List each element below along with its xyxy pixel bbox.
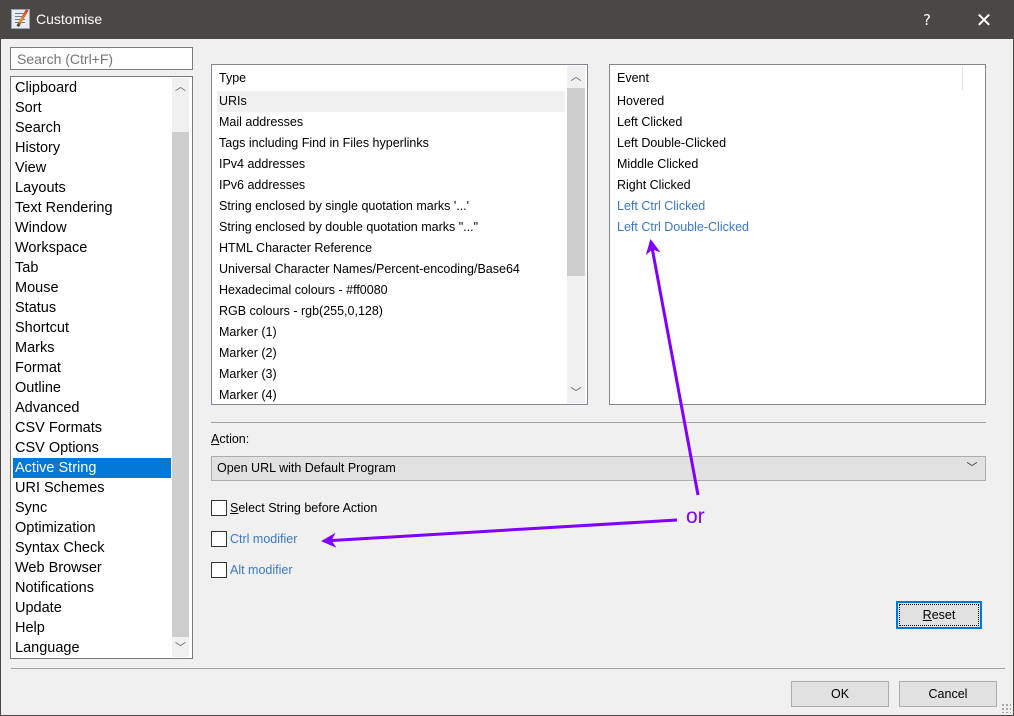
footer-divider bbox=[11, 668, 1005, 669]
sidebar-item-search[interactable]: Search bbox=[13, 118, 171, 138]
sidebar-item-language[interactable]: Language bbox=[13, 638, 171, 658]
chevron-up-icon[interactable]: ︿ bbox=[567, 68, 585, 85]
sidebar-item-history[interactable]: History bbox=[13, 138, 171, 158]
cancel-button[interactable]: Cancel bbox=[899, 681, 997, 707]
window-title: Customise bbox=[36, 11, 103, 27]
sidebar-item-update[interactable]: Update bbox=[13, 598, 171, 618]
title-bar: Customise ? ✕ bbox=[1, 1, 1013, 39]
column-divider[interactable] bbox=[962, 66, 963, 90]
sidebar-item-workspace[interactable]: Workspace bbox=[13, 238, 171, 258]
type-list-row[interactable]: Tags including Find in Files hyperlinks bbox=[217, 133, 565, 154]
sidebar-item-uri-schemes[interactable]: URI Schemes bbox=[13, 478, 171, 498]
alt-modifier-label[interactable]: Alt modifier bbox=[230, 562, 293, 578]
checkbox-box[interactable] bbox=[211, 500, 227, 516]
type-list-row[interactable]: String enclosed by double quotation mark… bbox=[217, 217, 565, 238]
sidebar-item-csv-options[interactable]: CSV Options bbox=[13, 438, 171, 458]
ok-button[interactable]: OK bbox=[791, 681, 889, 707]
sidebar-item-outline[interactable]: Outline bbox=[13, 378, 171, 398]
category-list[interactable]: ︿ ﹀ Clipboard Sort Search History View Layout… bbox=[10, 76, 193, 659]
sidebar-item-view[interactable]: View bbox=[13, 158, 171, 178]
event-list-row[interactable]: Left Ctrl Clicked bbox=[615, 196, 705, 217]
ctrl-modifier-label[interactable]: Ctrl modifier bbox=[230, 531, 297, 547]
event-column-header[interactable]: Event bbox=[611, 66, 961, 90]
resize-grip[interactable] bbox=[1001, 703, 1011, 713]
sidebar-item-shortcut[interactable]: Shortcut bbox=[13, 318, 171, 338]
event-list-row[interactable]: Left Clicked bbox=[615, 112, 682, 133]
type-list-row[interactable]: String enclosed by single quotation mark… bbox=[217, 196, 565, 217]
sidebar-item-advanced[interactable]: Advanced bbox=[13, 398, 171, 418]
type-list-row[interactable]: Marker (3) bbox=[217, 364, 565, 385]
type-column-header[interactable]: Type bbox=[213, 66, 566, 90]
type-list-row[interactable]: IPv6 addresses bbox=[217, 175, 565, 196]
action-dropdown-value: Open URL with Default Program bbox=[217, 461, 396, 475]
sidebar-item-help[interactable]: Help bbox=[13, 618, 171, 638]
sidebar-item-layouts[interactable]: Layouts bbox=[13, 178, 171, 198]
action-dropdown[interactable]: Open URL with Default Program ﹀ bbox=[211, 456, 986, 481]
sidebar-item-syntax-check[interactable]: Syntax Check bbox=[13, 538, 171, 558]
close-button[interactable]: ✕ bbox=[961, 1, 1007, 39]
scroll-thumb[interactable] bbox=[172, 132, 189, 637]
type-list-row[interactable]: Universal Character Names/Percent-encodi… bbox=[217, 259, 565, 280]
sidebar-item-web-browser[interactable]: Web Browser bbox=[13, 558, 171, 578]
type-list-row[interactable]: IPv4 addresses bbox=[217, 154, 565, 175]
checkbox-box[interactable] bbox=[211, 531, 227, 547]
chevron-down-icon[interactable]: ﹀ bbox=[965, 457, 979, 480]
category-scrollbar[interactable]: ︿ ﹀ bbox=[172, 78, 189, 657]
event-list-row[interactable]: Left Double-Clicked bbox=[615, 133, 726, 154]
action-label: Action: bbox=[211, 432, 250, 446]
checkbox-box[interactable] bbox=[211, 562, 227, 578]
search-input[interactable] bbox=[10, 47, 193, 70]
sidebar-item-active-string[interactable]: Active String bbox=[13, 458, 171, 478]
sidebar-item-sort[interactable]: Sort bbox=[13, 98, 171, 118]
sidebar-item-csv-formats[interactable]: CSV Formats bbox=[13, 418, 171, 438]
sidebar-item-tab[interactable]: Tab bbox=[13, 258, 171, 278]
type-list-row[interactable]: RGB colours - rgb(255,0,128) bbox=[217, 301, 565, 322]
event-list-row[interactable]: Right Clicked bbox=[615, 175, 691, 196]
type-list-row[interactable]: HTML Character Reference bbox=[217, 238, 565, 259]
chevron-down-icon[interactable]: ﹀ bbox=[567, 384, 585, 401]
sidebar-item-notifications[interactable]: Notifications bbox=[13, 578, 171, 598]
focus-rect bbox=[899, 604, 979, 626]
sidebar-item-text-rendering[interactable]: Text Rendering bbox=[13, 198, 171, 218]
sidebar-item-mouse[interactable]: Mouse bbox=[13, 278, 171, 298]
type-list-row[interactable]: Marker (2) bbox=[217, 343, 565, 364]
type-list-row[interactable]: URIs bbox=[217, 91, 565, 112]
type-list-row[interactable]: Marker (1) bbox=[217, 322, 565, 343]
scroll-thumb[interactable] bbox=[567, 88, 585, 276]
sidebar-item-format[interactable]: Format bbox=[13, 358, 171, 378]
type-list-scrollbar[interactable]: ︿ ﹀ bbox=[567, 66, 585, 403]
sidebar-item-clipboard[interactable]: Clipboard bbox=[13, 78, 171, 98]
annotation-or-text: or bbox=[686, 505, 705, 528]
sidebar-item-optimization[interactable]: Optimization bbox=[13, 518, 171, 538]
help-button[interactable]: ? bbox=[905, 1, 949, 39]
event-list-row[interactable]: Hovered bbox=[615, 91, 664, 112]
reset-button[interactable]: Reset bbox=[896, 601, 982, 629]
section-divider bbox=[211, 422, 986, 423]
customise-dialog: Customise ? ✕ ︿ ﹀ ClipboardSortSearchHis… bbox=[0, 0, 1014, 716]
type-list-row[interactable]: Marker (4) bbox=[217, 385, 565, 404]
sidebar-item-marks[interactable]: Marks bbox=[13, 338, 171, 358]
chevron-down-icon[interactable]: ﹀ bbox=[172, 639, 189, 656]
event-list-row[interactable]: Left Ctrl Double-Clicked bbox=[615, 217, 749, 238]
type-list[interactable]: Type ︿ ﹀ URIs Mail addresses Tags includin… bbox=[211, 64, 588, 405]
sidebar-item-status[interactable]: Status bbox=[13, 298, 171, 318]
select-string-label[interactable]: Select String before Action bbox=[230, 500, 377, 516]
event-list-row[interactable]: Middle Clicked bbox=[615, 154, 698, 175]
chevron-up-icon[interactable]: ︿ bbox=[172, 78, 189, 95]
event-list[interactable]: Event Hovered Left Clicked Left Double-Cli… bbox=[609, 64, 986, 405]
sidebar-item-sync[interactable]: Sync bbox=[13, 498, 171, 518]
sidebar-item-window[interactable]: Window bbox=[13, 218, 171, 238]
notepad-pencil-icon bbox=[11, 9, 30, 29]
type-list-row[interactable]: Mail addresses bbox=[217, 112, 565, 133]
type-list-row[interactable]: Hexadecimal colours - #ff0080 bbox=[217, 280, 565, 301]
